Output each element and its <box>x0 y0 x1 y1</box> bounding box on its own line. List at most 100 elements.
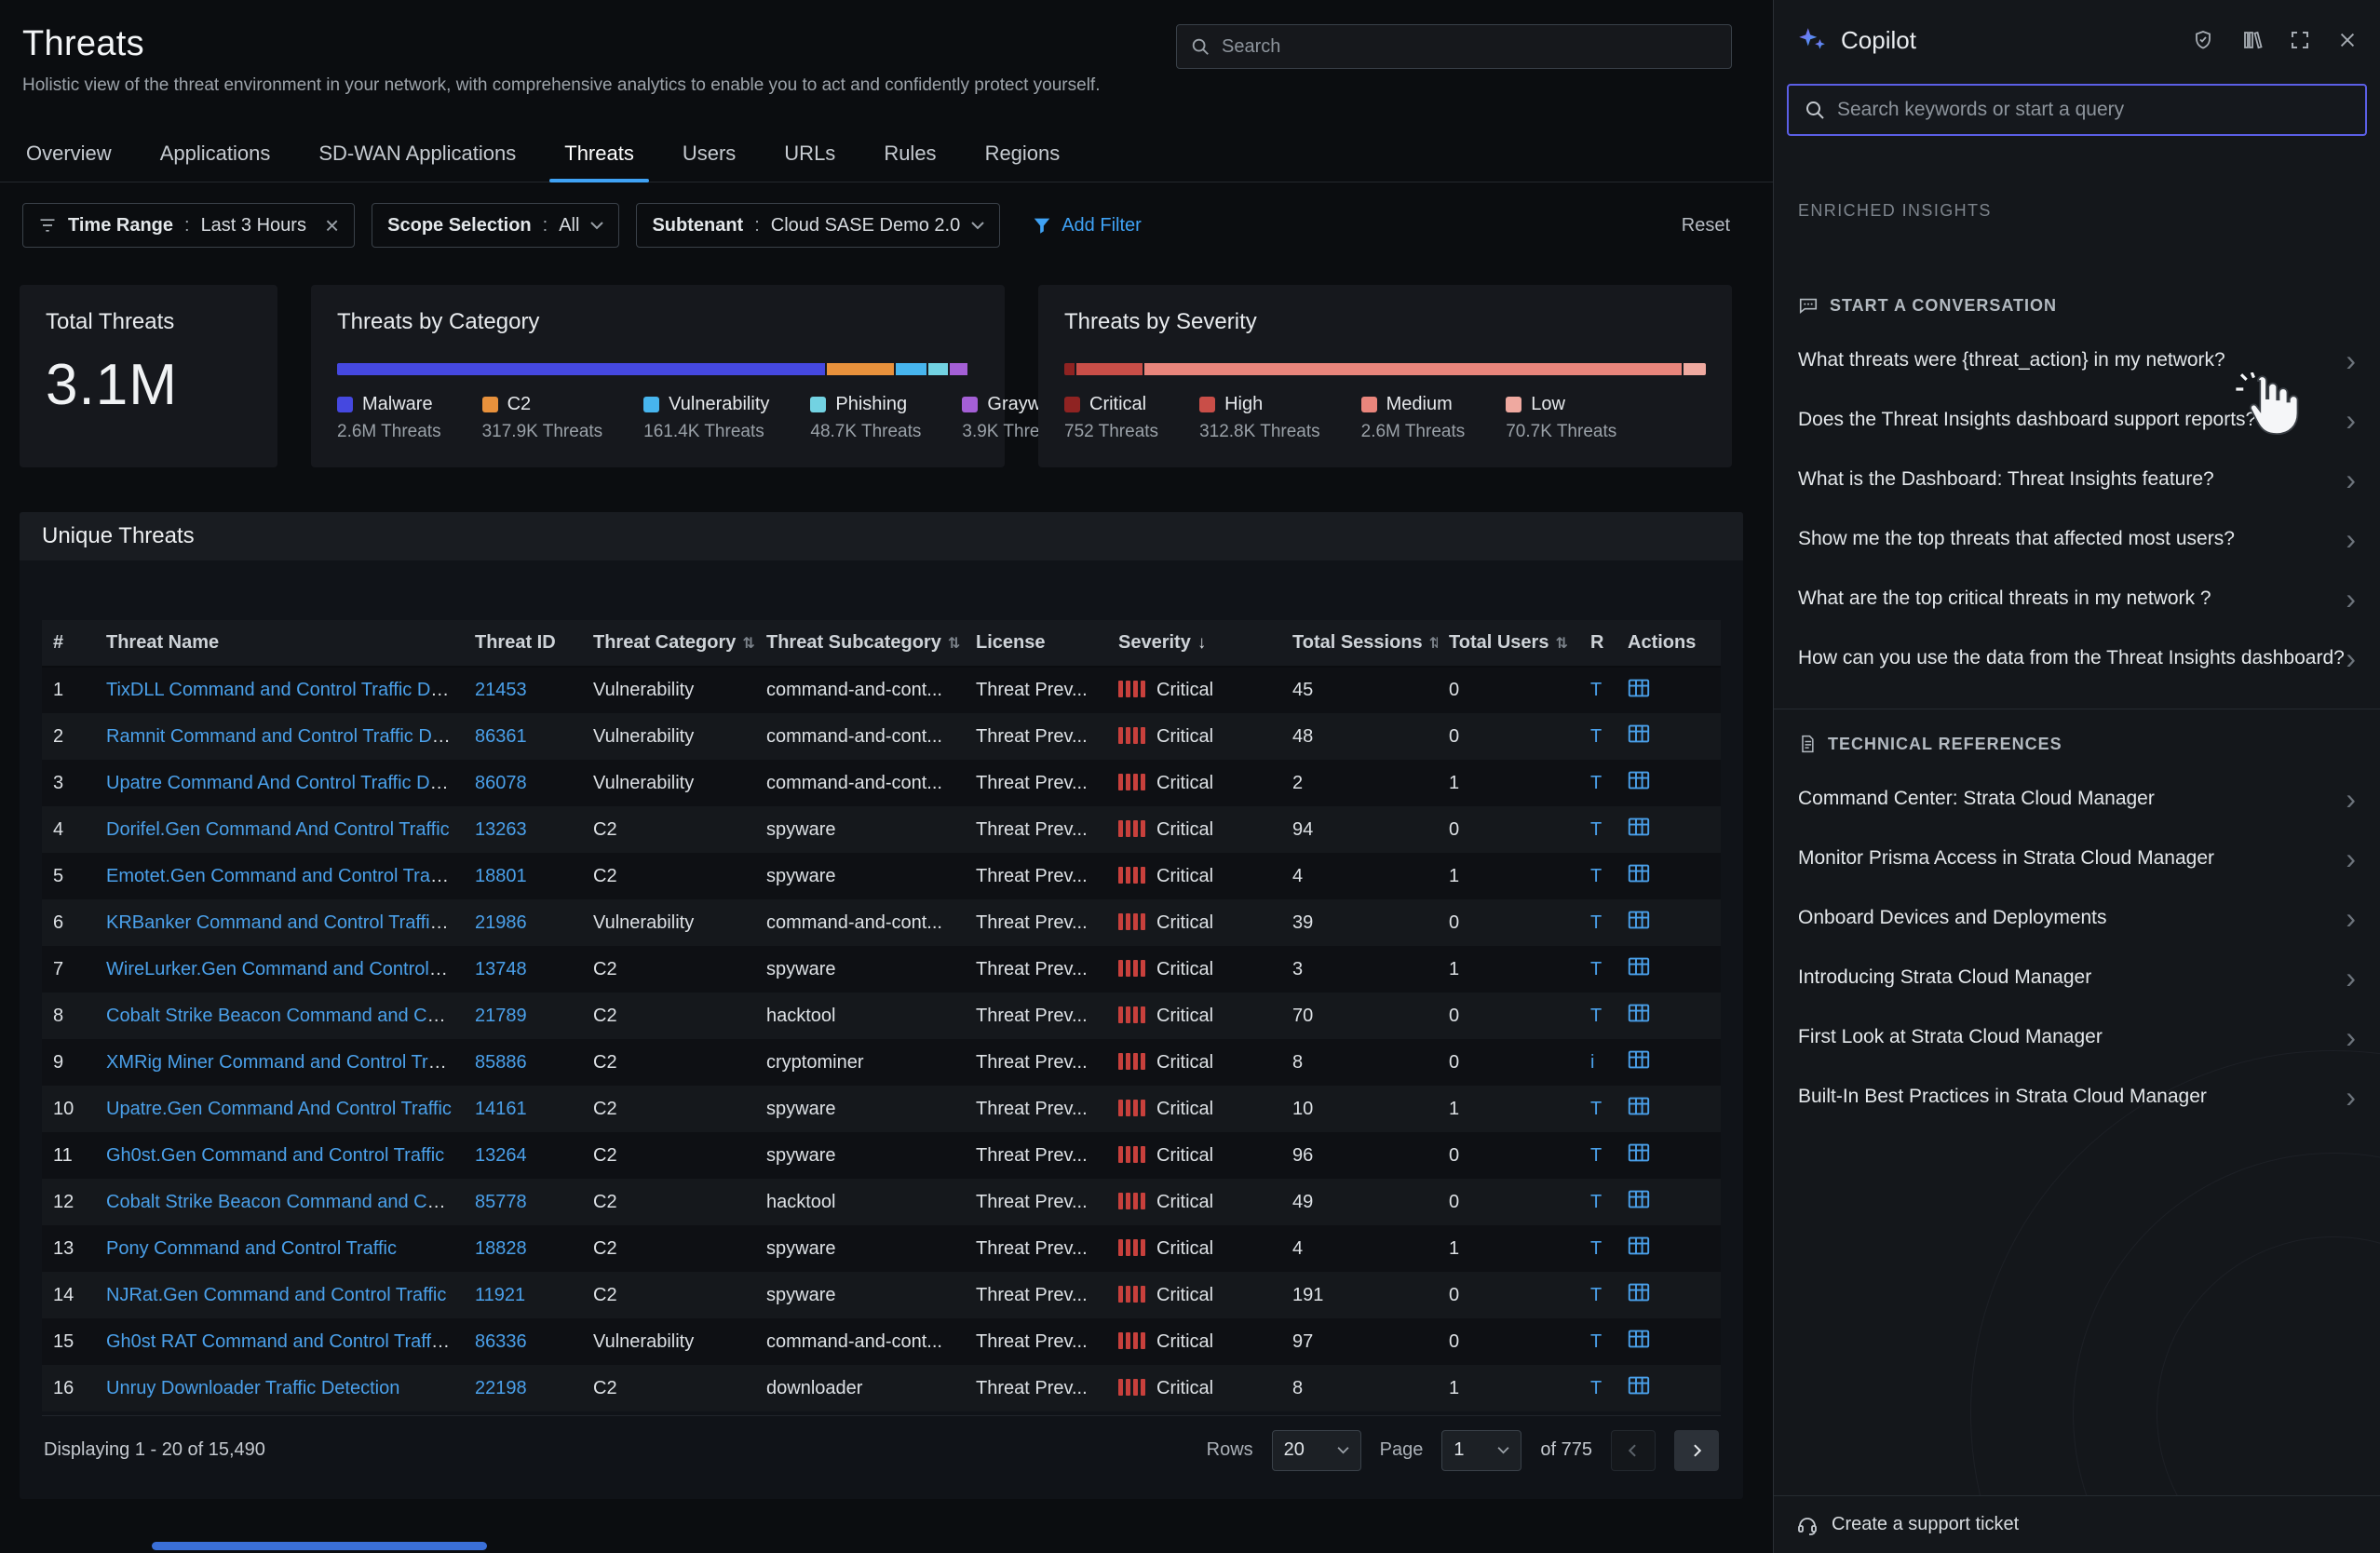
tab-rules[interactable]: Rules <box>859 126 960 182</box>
technical-reference-link[interactable]: Onboard Devices and Deployments › <box>1774 888 2380 948</box>
threat-id-link[interactable]: 18828 <box>475 1238 527 1259</box>
tab-regions[interactable]: Regions <box>961 126 1085 182</box>
data-privacy-icon[interactable] <box>2192 29 2214 51</box>
close-icon[interactable] <box>2337 30 2358 50</box>
table-row-emotet-gen-command-and-control-traffic[interactable]: 5 Emotet.Gen Command and Control Traffic… <box>42 853 1721 899</box>
table-row-dorifel-gen-command-and-control-traffic[interactable]: 4 Dorifel.Gen Command And Control Traffi… <box>42 806 1721 853</box>
copilot-suggested-question[interactable]: What is the Dashboard: Threat Insights f… <box>1774 450 2380 509</box>
threat-id-link[interactable]: 85778 <box>475 1192 527 1212</box>
reference-link[interactable]: T <box>1590 1192 1602 1212</box>
technical-reference-link[interactable]: Built-In Best Practices in Strata Cloud … <box>1774 1067 2380 1127</box>
bar-segment-low[interactable] <box>1684 363 1706 375</box>
view-logs-icon[interactable] <box>1628 1281 1650 1303</box>
bar-segment-malware[interactable] <box>337 363 825 375</box>
bar-segment-vulnerability[interactable] <box>896 363 926 375</box>
view-logs-icon[interactable] <box>1628 955 1650 978</box>
bar-segment-medium[interactable] <box>1144 363 1682 375</box>
tab-threats[interactable]: Threats <box>540 126 658 182</box>
copilot-suggested-question[interactable]: Does the Threat Insights dashboard suppo… <box>1774 390 2380 450</box>
table-row-cobalt-strike-beacon-command-and-contro[interactable]: 12 Cobalt Strike Beacon Command and Cont… <box>42 1179 1721 1225</box>
col-header-threat-id[interactable]: Threat ID <box>464 620 582 667</box>
view-logs-icon[interactable] <box>1628 1002 1650 1024</box>
threat-name-link[interactable]: Ramnit Command and Control Traffic Detec <box>106 726 464 747</box>
view-logs-icon[interactable] <box>1628 677 1650 699</box>
view-logs-icon[interactable] <box>1628 1374 1650 1397</box>
view-logs-icon[interactable] <box>1628 1095 1650 1117</box>
view-logs-icon[interactable] <box>1628 1328 1650 1350</box>
threat-id-link[interactable]: 13263 <box>475 819 527 840</box>
sort-icon[interactable]: ⇅ <box>742 636 754 652</box>
threat-name-link[interactable]: Unruy Downloader Traffic Detection <box>106 1378 399 1398</box>
threat-id-link[interactable]: 22198 <box>475 1378 527 1398</box>
copilot-search-input[interactable]: Search keywords or start a query <box>1787 84 2367 136</box>
scope-selection-chip[interactable]: Scope Selection : All <box>372 203 619 248</box>
time-range-filter-chip[interactable]: Time Range : Last 3 Hours × <box>22 203 355 248</box>
table-row-cobalt-strike-beacon-command-and-contro[interactable]: 8 Cobalt Strike Beacon Command and Contr… <box>42 993 1721 1039</box>
reference-link[interactable]: T <box>1590 819 1602 840</box>
view-logs-icon[interactable] <box>1628 909 1650 931</box>
threat-id-link[interactable]: 13264 <box>475 1145 527 1166</box>
reference-link[interactable]: T <box>1590 1099 1602 1119</box>
reference-link[interactable]: T <box>1590 1238 1602 1259</box>
table-row-upatre-command-and-control-traffic-dete[interactable]: 3 Upatre Command And Control Traffic Det… <box>42 760 1721 806</box>
view-logs-icon[interactable] <box>1628 1141 1650 1164</box>
reference-link[interactable]: T <box>1590 1331 1602 1352</box>
threat-id-link[interactable]: 21986 <box>475 912 527 933</box>
threat-id-link[interactable]: 85886 <box>475 1052 527 1073</box>
col-header-license[interactable]: License <box>965 620 1107 667</box>
knowledge-library-icon[interactable] <box>2240 29 2263 51</box>
col-header-threat-subcategory[interactable]: Threat Subcategory⇅ <box>755 620 965 667</box>
reference-link[interactable]: T <box>1590 1285 1602 1305</box>
threat-name-link[interactable]: Gh0st.Gen Command and Control Traffic <box>106 1145 444 1166</box>
bar-segment-critical[interactable] <box>1064 363 1075 375</box>
threat-id-link[interactable]: 86078 <box>475 773 527 793</box>
table-row-upatre-gen-command-and-control-traffic[interactable]: 10 Upatre.Gen Command And Control Traffi… <box>42 1086 1721 1132</box>
reference-link[interactable]: T <box>1590 912 1602 933</box>
threat-name-link[interactable]: Gh0st RAT Command and Control Traffic D <box>106 1331 464 1352</box>
threat-id-link[interactable]: 13748 <box>475 959 527 979</box>
threat-id-link[interactable]: 14161 <box>475 1099 527 1119</box>
col-header-threat-name[interactable]: Threat Name <box>95 620 464 667</box>
threat-name-link[interactable]: Pony Command and Control Traffic <box>106 1238 397 1259</box>
reset-filters-button[interactable]: Reset <box>1682 215 1730 236</box>
col-header-severity[interactable]: Severity↓ <box>1107 620 1281 667</box>
rows-per-page-select[interactable]: 20 <box>1272 1430 1361 1471</box>
table-row-unruy-downloader-traffic-detection[interactable]: 16 Unruy Downloader Traffic Detection 22… <box>42 1365 1721 1411</box>
tab-applications[interactable]: Applications <box>136 126 295 182</box>
threat-name-link[interactable]: Upatre.Gen Command And Control Traffic <box>106 1099 452 1119</box>
technical-reference-link[interactable]: Introducing Strata Cloud Manager › <box>1774 948 2380 1007</box>
col-header-total-users[interactable]: Total Users⇅ <box>1438 620 1579 667</box>
next-page-button[interactable] <box>1674 1430 1719 1471</box>
threat-name-link[interactable]: TixDLL Command and Control Traffic Detec <box>106 680 464 700</box>
reference-link[interactable]: T <box>1590 1006 1602 1026</box>
tab-sd-wan-applications[interactable]: SD-WAN Applications <box>294 126 540 182</box>
expand-icon[interactable] <box>2289 29 2311 51</box>
table-row-wirelurker-gen-command-and-control-tra[interactable]: 7 WireLurker.Gen Command and Control Tra… <box>42 946 1721 993</box>
table-row-gh0st-gen-command-and-control-traffic[interactable]: 11 Gh0st.Gen Command and Control Traffic… <box>42 1132 1721 1179</box>
threat-id-link[interactable]: 21789 <box>475 1006 527 1026</box>
threat-name-link[interactable]: Emotet.Gen Command and Control Traffic <box>106 866 453 886</box>
col-header-r[interactable]: R <box>1579 620 1616 667</box>
sort-icon[interactable]: ⇅ <box>948 636 960 652</box>
view-logs-icon[interactable] <box>1628 1048 1650 1071</box>
threat-name-link[interactable]: Dorifel.Gen Command And Control Traffic <box>106 819 450 840</box>
view-logs-icon[interactable] <box>1628 769 1650 791</box>
threat-name-link[interactable]: NJRat.Gen Command and Control Traffic <box>106 1285 446 1305</box>
table-row-pony-command-and-control-traffic[interactable]: 13 Pony Command and Control Traffic 1882… <box>42 1225 1721 1272</box>
bar-segment-grayware[interactable] <box>950 363 967 375</box>
global-search-input[interactable]: Search <box>1176 24 1732 69</box>
threat-id-link[interactable]: 18801 <box>475 866 527 886</box>
table-row-gh0st-rat-command-and-control-traffic-d[interactable]: 15 Gh0st RAT Command and Control Traffic… <box>42 1318 1721 1365</box>
table-row-tixdll-command-and-control-traffic-detec[interactable]: 1 TixDLL Command and Control Traffic Det… <box>42 667 1721 713</box>
col-header-threat-category[interactable]: Threat Category⇅ <box>582 620 755 667</box>
threat-id-link[interactable]: 21453 <box>475 680 527 700</box>
reference-link[interactable]: T <box>1590 726 1602 747</box>
threat-name-link[interactable]: XMRig Miner Command and Control Traffic <box>106 1052 462 1073</box>
reference-link[interactable]: T <box>1590 1378 1602 1398</box>
horizontal-scrollbar-thumb[interactable] <box>152 1542 487 1550</box>
reference-link[interactable]: T <box>1590 680 1602 700</box>
previous-page-button[interactable] <box>1611 1430 1656 1471</box>
tab-overview[interactable]: Overview <box>2 126 136 182</box>
tab-users[interactable]: Users <box>658 126 760 182</box>
reference-link[interactable]: T <box>1590 959 1602 979</box>
